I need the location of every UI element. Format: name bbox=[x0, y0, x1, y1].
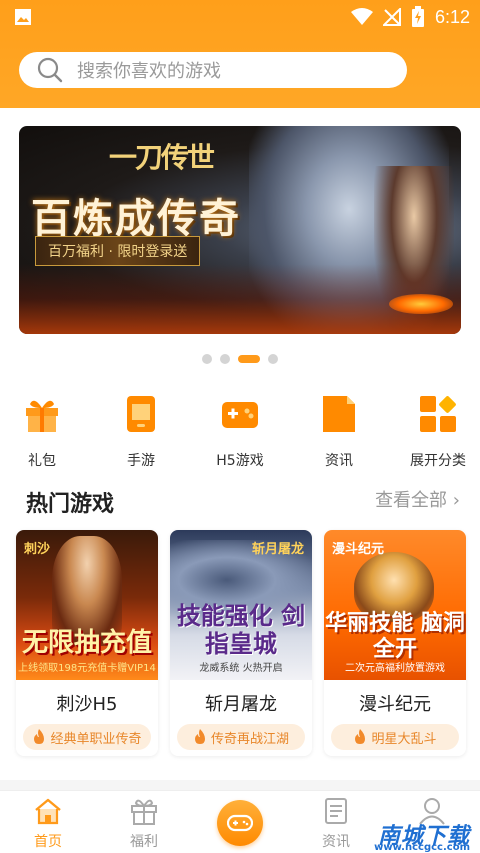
search-placeholder: 搜索你喜欢的游戏 bbox=[77, 61, 221, 82]
no-signal-icon bbox=[382, 8, 401, 26]
cover-caption: 华丽技能 脑洞全开 bbox=[325, 610, 465, 662]
image-icon bbox=[15, 9, 31, 25]
cover-caption: 无限抽充值 bbox=[21, 628, 152, 658]
chevron-right-icon: › bbox=[452, 490, 460, 511]
game-name: 刺沙H5 bbox=[56, 694, 118, 715]
banner-section: 一刀传世 百炼成传奇 百万福利 · 限时登录送 bbox=[0, 108, 480, 378]
game-tag: 明星大乱斗 bbox=[331, 724, 459, 750]
search-icon bbox=[37, 57, 63, 83]
tab-welfare[interactable]: 福利 bbox=[114, 797, 174, 851]
game-card[interactable]: 刺沙 无限抽充值 上线领取198元充值卡赠VIP14 刺沙H5 经典单职业传奇 bbox=[16, 530, 158, 756]
battery-charging-icon bbox=[411, 6, 424, 27]
gamepad-icon bbox=[222, 402, 258, 428]
tab-home[interactable]: 首页 bbox=[18, 797, 78, 851]
cover-sub: 二次元高福利放置游戏 bbox=[345, 663, 445, 674]
game-tag-label: 经典单职业传奇 bbox=[50, 731, 142, 747]
game-cover: 斩月屠龙 技能强化 剑指皇城 龙威系统 火热开启 bbox=[170, 530, 312, 680]
category-label: H5游戏 bbox=[216, 453, 264, 469]
home-icon bbox=[35, 798, 61, 825]
category-label: 礼包 bbox=[28, 453, 56, 469]
game-name: 斩月屠龙 bbox=[205, 694, 277, 715]
center-game-button[interactable] bbox=[217, 800, 263, 846]
document-icon bbox=[325, 798, 347, 824]
clock: 6:12 bbox=[434, 6, 470, 27]
gift-icon bbox=[131, 799, 157, 825]
category-gift[interactable]: 礼包 bbox=[0, 394, 84, 470]
game-name: 漫斗纪元 bbox=[359, 694, 431, 715]
game-tag-label: 明星大乱斗 bbox=[371, 731, 437, 747]
carousel-dot[interactable] bbox=[268, 354, 278, 364]
hot-games-section: 热门游戏 查看全部 › 刺沙 无限抽充值 上线领取198元充值卡赠VIP14 刺… bbox=[0, 480, 480, 780]
banner-fireball-art bbox=[389, 294, 453, 314]
category-mobile-games[interactable]: 手游 bbox=[99, 394, 183, 470]
category-label: 展开分类 bbox=[410, 453, 466, 469]
category-row: 礼包 手游 H5游戏 资讯 展开分类 bbox=[0, 378, 480, 480]
tab-label: 资讯 bbox=[322, 834, 350, 850]
flame-icon bbox=[355, 729, 366, 744]
category-label: 资讯 bbox=[325, 453, 353, 469]
game-tag-label: 传奇再战江湖 bbox=[210, 731, 289, 747]
flame-icon bbox=[34, 729, 45, 744]
game-cover: 漫斗纪元 华丽技能 脑洞全开 二次元高福利放置游戏 bbox=[324, 530, 466, 680]
view-all-link[interactable]: 查看全部 › bbox=[375, 486, 460, 512]
phone-icon bbox=[127, 396, 155, 432]
game-cover: 刺沙 无限抽充值 上线领取198元充值卡赠VIP14 bbox=[16, 530, 158, 680]
carousel-indicator bbox=[0, 354, 480, 364]
game-card[interactable]: 斩月屠龙 技能强化 剑指皇城 龙威系统 火热开启 斩月屠龙 传奇再战江湖 bbox=[170, 530, 312, 756]
cover-badge: 斩月屠龙 bbox=[251, 542, 304, 557]
status-bar: 6:12 bbox=[0, 0, 480, 34]
cover-sub: 上线领取198元充值卡赠VIP14 bbox=[18, 663, 156, 674]
gift-icon bbox=[26, 400, 58, 432]
tab-news[interactable]: 资讯 bbox=[306, 797, 366, 851]
section-title: 热门游戏 bbox=[26, 492, 115, 517]
grid-icon bbox=[420, 396, 456, 432]
cover-badge: 漫斗纪元 bbox=[332, 542, 385, 557]
banner-subtitle: 百万福利 · 限时登录送 bbox=[35, 236, 201, 266]
carousel-dot[interactable] bbox=[220, 354, 230, 364]
view-all-label: 查看全部 bbox=[375, 490, 448, 511]
carousel-dot[interactable] bbox=[202, 354, 212, 364]
header: 6:12 搜索你喜欢的游戏 bbox=[0, 0, 480, 108]
flame-icon bbox=[194, 729, 205, 744]
cover-caption: 技能强化 剑指皇城 bbox=[176, 601, 306, 658]
game-tag: 传奇再战江湖 bbox=[177, 724, 305, 750]
game-tag: 经典单职业传奇 bbox=[23, 724, 151, 750]
banner-carousel[interactable]: 一刀传世 百炼成传奇 百万福利 · 限时登录送 bbox=[19, 126, 461, 334]
banner-logo: 一刀传世 bbox=[109, 141, 215, 174]
category-label: 手游 bbox=[127, 453, 155, 469]
cover-sub: 龙威系统 火热开启 bbox=[199, 663, 283, 674]
category-news[interactable]: 资讯 bbox=[297, 394, 381, 470]
cover-badge: 刺沙 bbox=[24, 542, 51, 557]
watermark: 南城下载 www.nccgcc.com bbox=[374, 818, 470, 853]
category-expand[interactable]: 展开分类 bbox=[396, 394, 480, 470]
tab-label: 首页 bbox=[34, 834, 62, 850]
wifi-icon bbox=[350, 8, 373, 25]
news-icon bbox=[323, 396, 355, 432]
watermark-url: www.nccgcc.com bbox=[374, 842, 470, 853]
tab-label: 福利 bbox=[130, 834, 158, 850]
gamepad-icon bbox=[227, 814, 253, 832]
category-h5-games[interactable]: H5游戏 bbox=[198, 394, 282, 470]
carousel-dot-active[interactable] bbox=[238, 355, 260, 363]
search-bar[interactable]: 搜索你喜欢的游戏 bbox=[19, 52, 407, 88]
game-card[interactable]: 漫斗纪元 华丽技能 脑洞全开 二次元高福利放置游戏 漫斗纪元 明星大乱斗 bbox=[324, 530, 466, 756]
